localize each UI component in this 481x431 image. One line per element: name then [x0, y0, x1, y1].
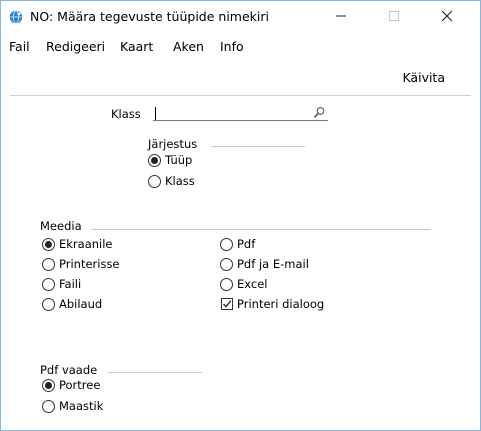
order-radio-type[interactable]	[148, 154, 161, 167]
menu-redigeeri[interactable]: Redigeeri	[46, 39, 105, 54]
order-group-label: Järjestus	[148, 137, 198, 151]
printer-dialog-checkbox[interactable]	[221, 298, 233, 310]
menu-kaart[interactable]: Kaart	[120, 39, 153, 54]
media-radio-pdf[interactable]	[220, 238, 233, 251]
media-option-printer-label: Printerisse	[59, 257, 120, 271]
media-radio-excel[interactable]	[220, 278, 233, 291]
media-group-label: Meedia	[40, 219, 82, 233]
order-group-line	[211, 146, 305, 147]
media-option-clipboard-label: Abilaud	[59, 297, 103, 311]
media-group-line	[91, 229, 431, 230]
media-option-screen-label: Ekraanile	[59, 237, 113, 251]
media-option-pdf-label: Pdf	[237, 237, 256, 251]
text-caret	[155, 107, 156, 120]
minimize-icon	[336, 15, 346, 17]
window-title: NO: Määra tegevuste tüüpide nimekiri	[30, 9, 269, 24]
maximize-icon	[389, 11, 399, 21]
media-option-excel-label: Excel	[237, 277, 268, 291]
media-option-file-label: Faili	[59, 277, 82, 291]
menu-fail[interactable]: Fail	[9, 39, 30, 54]
pdf-option-landscape-label: Maastik	[59, 399, 104, 413]
media-radio-clipboard[interactable]	[42, 298, 55, 311]
pdf-radio-portrait[interactable]	[42, 379, 55, 392]
minimize-button[interactable]	[318, 1, 364, 31]
media-radio-file[interactable]	[42, 278, 55, 291]
pdf-group-line	[108, 372, 202, 373]
run-button[interactable]: Käivita	[402, 70, 445, 85]
order-option-class-label: Klass	[165, 174, 195, 188]
class-input[interactable]	[153, 106, 328, 121]
maximize-button[interactable]	[371, 1, 417, 31]
magnifier-icon[interactable]	[312, 106, 326, 120]
media-radio-screen[interactable]	[42, 238, 55, 251]
menu-info[interactable]: Info	[220, 39, 244, 54]
pdf-radio-landscape[interactable]	[42, 400, 55, 413]
order-radio-class[interactable]	[148, 175, 161, 188]
pdf-option-portrait-label: Portree	[59, 378, 101, 392]
pdf-group-label: Pdf vaade	[40, 363, 98, 377]
class-label: Klass	[111, 107, 141, 121]
printer-dialog-label: Printeri dialoog	[237, 297, 325, 311]
menu-aken[interactable]: Aken	[173, 39, 204, 54]
close-button[interactable]	[424, 1, 470, 31]
title-bar[interactable]: NO: Määra tegevuste tüüpide nimekiri	[1, 1, 480, 31]
media-option-pdf-email-label: Pdf ja E-mail	[237, 257, 309, 271]
toolbar-divider	[10, 95, 471, 96]
app-globe-icon	[9, 10, 23, 24]
media-radio-pdf-email[interactable]	[220, 258, 233, 271]
close-icon	[441, 10, 453, 22]
media-radio-printer[interactable]	[42, 258, 55, 271]
menu-bar: Fail Redigeeri Kaart Aken Info	[1, 37, 480, 57]
checkmark-icon	[223, 300, 232, 308]
report-window: NO: Määra tegevuste tüüpide nimekiri Fai…	[0, 0, 481, 431]
order-option-type-label: Tüüp	[165, 153, 193, 167]
